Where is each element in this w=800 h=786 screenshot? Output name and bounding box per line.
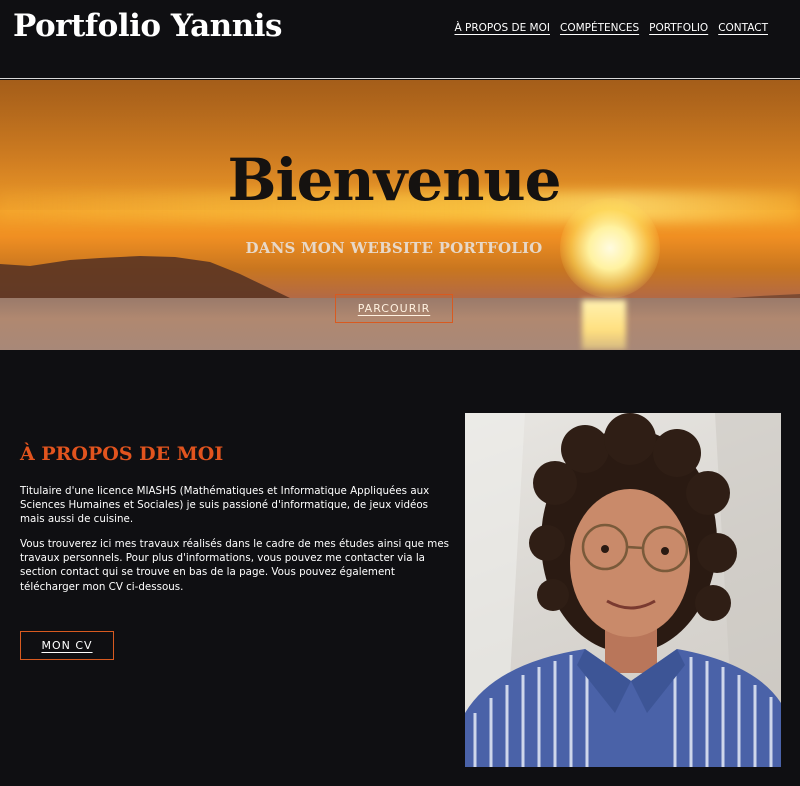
hero-banner: Bienvenue DANS MON WEBSITE PORTFOLIO PAR…	[0, 80, 800, 350]
about-title: À PROPOS DE MOI	[20, 443, 224, 465]
main-nav: À PROPOS DE MOI COMPÉTENCES PORTFOLIO CO…	[454, 22, 768, 34]
nav-link-portfolio[interactable]: PORTFOLIO	[649, 22, 708, 34]
about-paragraph-1: Titulaire d'une licence MIASHS (Mathémat…	[20, 485, 430, 526]
nav-link-contact[interactable]: CONTACT	[718, 22, 768, 34]
site-logo[interactable]: Portfolio Yannis	[13, 8, 282, 44]
nav-link-skills[interactable]: COMPÉTENCES	[560, 22, 639, 34]
cv-button[interactable]: MON CV	[20, 631, 114, 660]
profile-photo-illustration	[465, 413, 781, 767]
profile-photo	[465, 413, 781, 767]
browse-button[interactable]: PARCOURIR	[335, 294, 453, 323]
site-header: Portfolio Yannis À PROPOS DE MOI COMPÉTE…	[0, 0, 800, 79]
about-section: À PROPOS DE MOI Titulaire d'une licence …	[0, 350, 800, 786]
about-paragraph-2: Vous trouverez ici mes travaux réalisés …	[20, 538, 450, 593]
sun-reflection	[582, 300, 626, 350]
nav-link-about[interactable]: À PROPOS DE MOI	[454, 22, 550, 34]
hero-title: Bienvenue	[227, 146, 562, 214]
hero-subtitle: DANS MON WEBSITE PORTFOLIO	[245, 239, 543, 257]
